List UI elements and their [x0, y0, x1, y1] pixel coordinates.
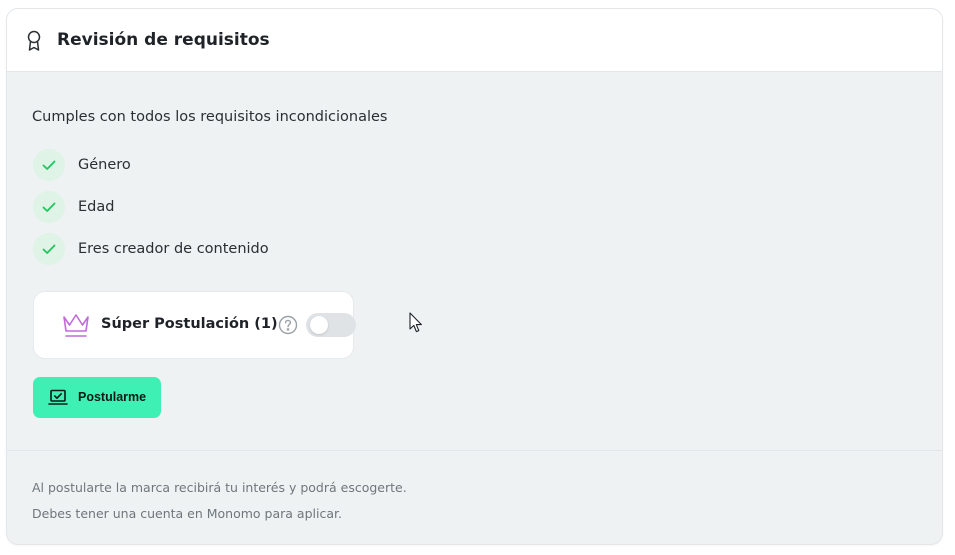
laptop-check-icon — [48, 389, 68, 406]
footer-note-account: Debes tener una cuenta en Monomo para ap… — [32, 506, 342, 521]
crown-icon — [61, 311, 91, 339]
toggle-knob — [310, 316, 328, 334]
page-title: Revisión de requisitos — [57, 30, 270, 50]
footer-divider — [7, 450, 942, 451]
requirement-item-genero: Género — [33, 148, 131, 182]
requirements-review-card: Revisión de requisitos Cumples con todos… — [6, 8, 943, 545]
footer-note-interest: Al postularte la marca recibirá tu inter… — [32, 480, 407, 495]
requirement-label: Eres creador de contenido — [78, 241, 269, 257]
super-application-box: Súper Postulación (1) — [33, 291, 356, 359]
mouse-cursor-icon — [409, 312, 423, 334]
super-application-label: Súper Postulación (1) — [101, 316, 278, 332]
check-icon — [33, 149, 65, 181]
ribbon-award-icon — [26, 30, 42, 52]
requirement-item-creador: Eres creador de contenido — [33, 232, 269, 266]
requirement-label: Edad — [78, 199, 115, 215]
requirement-item-edad: Edad — [33, 190, 114, 224]
question-circle-icon[interactable] — [278, 315, 298, 335]
apply-button-label: Postularme — [78, 390, 147, 404]
check-icon — [33, 233, 65, 265]
apply-button[interactable]: Postularme — [33, 377, 161, 418]
requirements-intro: Cumples con todos los requisitos incondi… — [32, 109, 388, 125]
requirement-label: Género — [78, 157, 131, 173]
card-header: Revisión de requisitos — [7, 9, 942, 72]
check-icon — [33, 191, 65, 223]
super-application-toggle[interactable] — [306, 313, 356, 337]
